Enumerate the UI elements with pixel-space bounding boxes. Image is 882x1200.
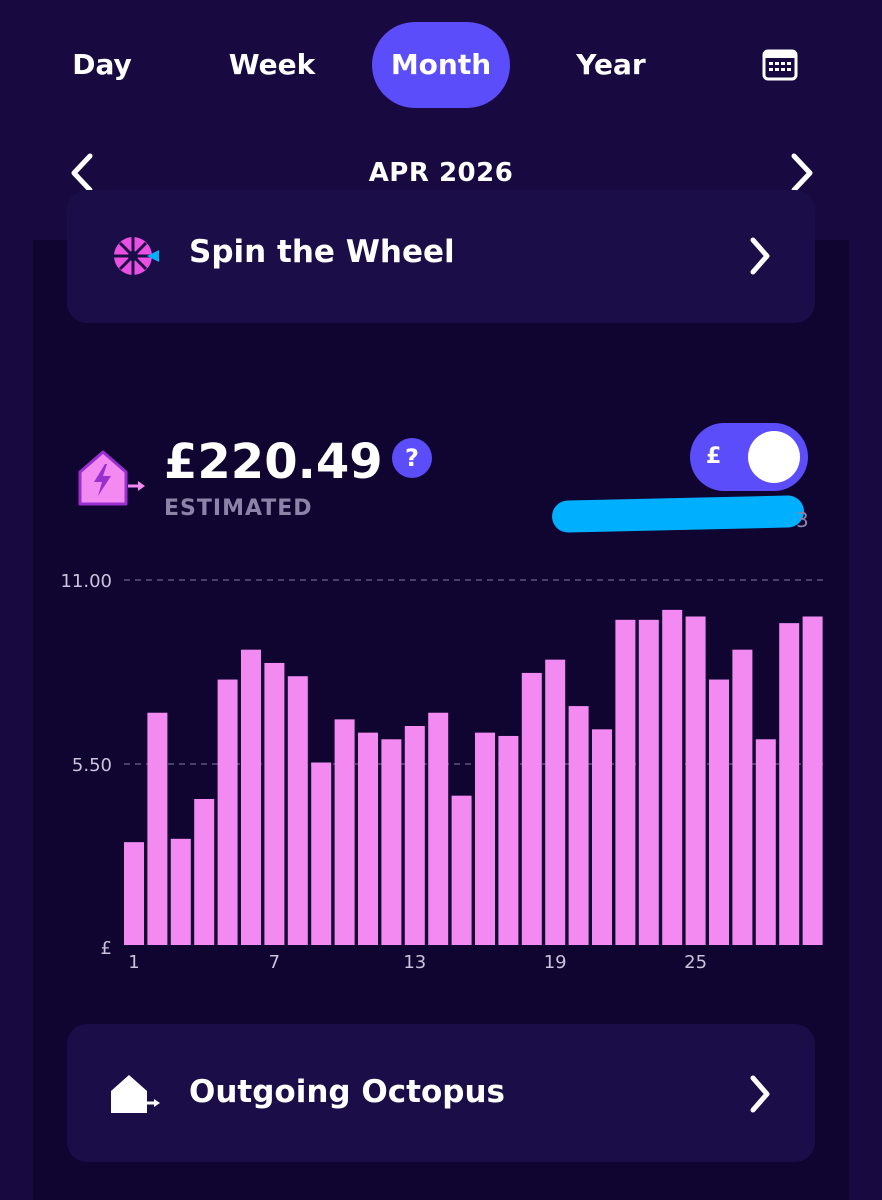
x-tick-label: 7 [269,952,280,973]
bar-day-28[interactable] [755,739,776,945]
toggle-knob [748,431,800,483]
bar-day-18[interactable] [521,672,542,945]
bar-day-1[interactable] [124,842,144,945]
estimated-label: ESTIMATED [164,496,313,521]
chevron-right-icon [747,236,773,276]
outgoing-octopus-label: Outgoing Octopus [189,1074,505,1110]
bar-day-14[interactable] [428,712,449,945]
calendar-icon[interactable] [760,47,802,85]
bar-day-29[interactable] [779,623,800,945]
house-export-icon [76,450,146,506]
period-tabs: Day Week Month Year [0,22,882,108]
house-export-icon [109,1073,161,1115]
bar-day-2[interactable] [147,712,168,945]
chevron-right-icon[interactable] [786,152,816,194]
tab-day[interactable]: Day [52,22,152,108]
help-button[interactable]: ? [392,438,432,478]
y-unit-label: £ [101,938,112,959]
bar-day-9[interactable] [311,762,332,946]
bar-day-11[interactable] [358,732,378,945]
bar-day-26[interactable] [709,679,729,945]
bar-day-19[interactable] [545,659,566,945]
bar-day-8[interactable] [287,676,308,945]
currency-toggle[interactable]: £ [690,423,808,491]
spin-the-wheel-label: Spin the Wheel [189,234,455,270]
x-tick-label: 25 [684,952,707,973]
x-tick-label: 1 [128,952,139,973]
redacted-text-tail: 3 [796,508,809,532]
bar-day-17[interactable] [498,735,519,945]
bar-day-16[interactable] [475,732,495,945]
bar-day-20[interactable] [568,706,589,945]
bar-day-21[interactable] [592,729,612,945]
total-cost: £220.49 [164,434,383,490]
chevron-right-icon [747,1074,773,1114]
bars-group [124,609,823,946]
y-tick-label: 11.00 [60,571,112,592]
bar-day-25[interactable] [685,616,706,946]
bar-day-7[interactable] [264,662,285,945]
bar-day-27[interactable] [732,649,753,945]
bar-day-10[interactable] [334,719,355,945]
x-labels-group: 1 7 13 19 25 [128,952,707,973]
x-tick-label: 13 [403,952,426,973]
y-tick-label: 5.50 [72,755,112,776]
tab-year[interactable]: Year [556,22,666,108]
daily-cost-chart: 11.00 5.50 £ 1 7 13 19 25 [60,571,826,973]
outgoing-octopus-card[interactable]: Outgoing Octopus [67,1024,815,1162]
bar-day-6[interactable] [241,649,261,945]
toggle-currency-symbol: £ [706,444,722,469]
x-tick-label: 19 [544,952,567,973]
bar-day-3[interactable] [170,838,191,945]
spin-the-wheel-card[interactable]: Spin the Wheel [67,190,815,323]
bar-day-5[interactable] [217,679,238,945]
bar-day-22[interactable] [615,619,636,945]
bar-day-12[interactable] [381,739,402,945]
bar-day-30[interactable] [802,616,823,946]
wheel-icon [111,232,161,280]
tab-month[interactable]: Month [372,22,510,108]
bar-day-24[interactable] [662,609,683,945]
bar-day-15[interactable] [451,795,472,945]
redaction-mark [551,495,805,533]
bar-day-13[interactable] [404,726,425,945]
bar-day-23[interactable] [638,619,659,945]
bar-day-4[interactable] [194,799,215,945]
tab-week[interactable]: Week [212,22,332,108]
